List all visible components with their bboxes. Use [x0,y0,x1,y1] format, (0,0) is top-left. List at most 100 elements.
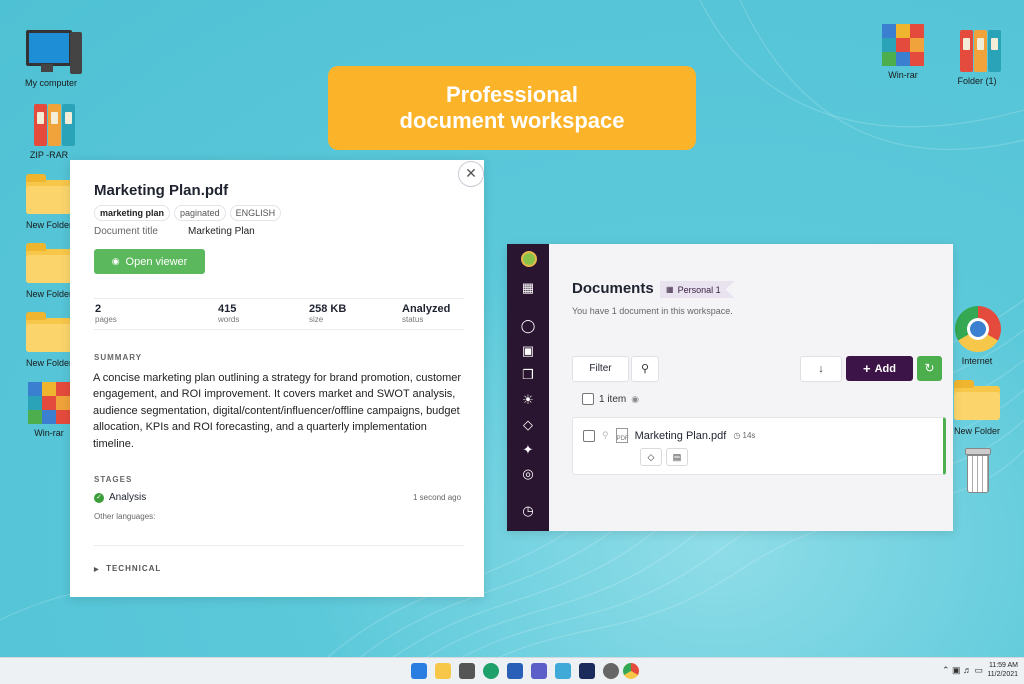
item-count: 1 item ◉ [582,393,639,405]
search-icon: ⚲ [640,363,650,375]
teams-icon[interactable] [531,663,547,679]
message-add-icon[interactable]: ▣ [520,343,536,359]
clock-icon[interactable]: ◷ [520,503,536,519]
stage-analysis: ✓ Analysis [94,492,146,503]
document-stats: 2 pages 415 words 258 KB size Analyzed s… [94,298,464,330]
eye-icon[interactable]: ◉ [631,394,639,405]
open-viewer-button[interactable]: ◉ Open viewer [94,249,205,274]
clock-icon: ◷ [733,431,741,440]
document-name[interactable]: Marketing Plan.pdf [635,430,727,442]
document-row: ⚲ PDF Marketing Plan.pdf ◷ 14s [583,428,755,443]
banner-line-2: document workspace [399,108,625,133]
start-icon[interactable] [411,663,427,679]
clock-time: 11:59 AM [988,662,1018,669]
desktop-icon-label: Win-rar [888,70,918,80]
caret-right-icon: ▶ [94,567,100,573]
document-card[interactable]: ⚲ PDF Marketing Plan.pdf ◷ 14s ◇ ▤ [572,417,946,475]
desktop-icon-label: My computer [24,78,77,88]
filter-button[interactable]: Filter [572,356,629,382]
summary-text: A concise marketing plan outlining a str… [93,372,462,450]
app-icon[interactable] [579,663,595,679]
app-icon[interactable] [555,663,571,679]
file-explorer-icon[interactable] [435,663,451,679]
select-all-checkbox[interactable] [582,393,594,405]
dashboard-icon[interactable]: ▦ [520,280,536,296]
desktop-icon-folder-1[interactable]: Folder (1) [942,26,1012,86]
pin-icon[interactable]: ⚲ [602,430,609,441]
tag[interactable]: marketing plan [94,205,171,221]
documents-icon[interactable]: ❐ [520,367,536,383]
winrar-icon [24,378,74,426]
clock-date: 11/2/2021 [987,671,1018,678]
app-sidebar: ▦ ◯ ▣ ❐ ☀ ◇ ✦ ◎ ◷ [507,244,549,531]
row-checkbox[interactable] [583,429,595,442]
stat-status: Analyzed status [402,303,450,324]
document-name: Marketing Plan.pdf [94,182,229,199]
stat-pages: 2 pages [95,303,117,324]
document-age: ◷ 14s [733,431,755,440]
settings-icon[interactable] [603,663,619,679]
pdf-file-icon: PDF [615,428,629,443]
tag[interactable]: paginated [174,205,226,221]
workspace-badge[interactable]: ▦ Personal 1 [660,281,735,298]
technical-toggle[interactable]: ▶ TECHNICAL [94,564,161,573]
doc-title-label: Document title [94,226,158,237]
plus-icon: + [863,361,871,376]
doc-title-value: Marketing Plan [188,226,255,237]
close-button[interactable]: ✕ [458,161,484,187]
divider [94,545,464,546]
binders-icon [952,26,1002,74]
check-circle-icon: ✓ [94,492,104,503]
document-detail-panel: Marketing Plan.pdf marketing plan pagina… [70,160,484,597]
clock[interactable]: 11:59 AM 11/2/2021 [987,661,1018,679]
desktop-icon-zip-rar[interactable]: ZIP -RAR [14,100,84,160]
tag-icon[interactable]: ◇ [520,417,536,433]
magic-wand-icon[interactable]: ✦ [520,442,536,458]
refresh-icon: ↻ [924,361,935,375]
tag-list: marketing plan paginated ENGLISH [94,205,282,221]
stages-heading: STAGES [94,475,133,484]
comment-icon: ▤ [672,452,682,462]
eye-icon: ◉ [111,256,120,266]
tag-button[interactable]: ◇ [640,448,662,466]
folder-icon [24,170,74,218]
stage-name: Analysis [109,492,147,503]
refresh-button[interactable]: ↻ [917,356,942,381]
store-icon[interactable] [507,663,523,679]
tray-icons[interactable]: ⌃ ▣ ♬ ▭ [942,665,983,676]
banner-line-1: Professional [445,82,579,107]
documents-app-window: ▦ ◯ ▣ ❐ ☀ ◇ ✦ ◎ ◷ Documents ▦ Personal 1… [507,244,953,531]
trash-icon [952,446,1002,494]
grid-icon: ▦ [666,285,674,294]
sort-button[interactable]: ↓ [800,356,842,382]
chat-icon[interactable]: ◯ [520,318,536,334]
chrome-icon[interactable] [623,663,639,679]
edge-icon[interactable] [483,663,499,679]
stat-value: 258 KB [309,303,347,315]
add-button[interactable]: + Add [846,356,913,381]
chrome-icon [952,306,1002,354]
taskbar: ⌃ ▣ ♬ ▭ 11:59 AM 11/2/2021 [0,657,1024,684]
logo-icon[interactable] [520,250,537,267]
workspace-subtitle: You have 1 document in this workspace. [572,306,733,316]
stat-size: 258 KB size [309,303,346,324]
help-icon[interactable]: ◎ [520,466,536,482]
comment-button[interactable]: ▤ [666,448,688,466]
lightbulb-icon[interactable]: ☀ [520,392,536,408]
search-button[interactable]: ⚲ [631,356,659,382]
stat-value: 415 [218,303,237,315]
desktop-icon-my-computer[interactable]: My computer [16,28,86,88]
item-count-label: 1 item [599,393,627,405]
stat-value: Analyzed [402,303,451,315]
folder-icon [24,308,74,356]
technical-label: TECHNICAL [106,564,162,573]
summary-heading: SUMMARY [94,353,143,362]
camera-icon[interactable] [459,663,475,679]
tag[interactable]: ENGLISH [229,205,282,221]
open-viewer-label: Open viewer [125,255,188,268]
binders-icon [24,100,75,148]
folder-icon [24,239,74,287]
desktop-icon-win-rar-right[interactable]: Win-rar [868,20,938,80]
desktop-icon-label: ZIP -RAR [29,150,69,160]
workspace-name: Personal 1 [677,284,721,295]
